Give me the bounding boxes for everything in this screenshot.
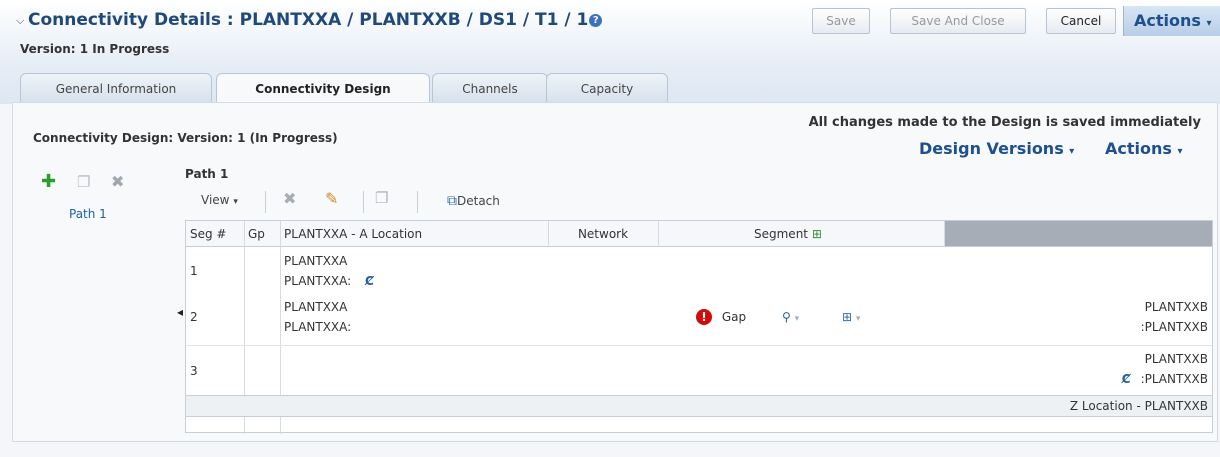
toolbar-separator (265, 191, 266, 213)
toolbar-separator (417, 191, 418, 213)
header: ⌵ Connectivity Details : PLANTXXA / PLAN… (0, 0, 1220, 104)
dropdown-caret-icon: ▾ (1206, 18, 1212, 29)
tab-connectivity-design[interactable]: Connectivity Design (216, 73, 430, 104)
design-title: Connectivity Design: Version: 1 (In Prog… (33, 131, 338, 145)
a-location-name: PLANTXXA (284, 254, 348, 268)
z-location-port: Ȼ:PLANTXXB (1121, 372, 1208, 386)
segments-table: Seg # Gp PLANTXXA - A Location Network S… (185, 220, 1213, 434)
segment-edit-icon[interactable]: ⊞ ▾ (842, 307, 860, 329)
route-icon[interactable]: ⚲ ▾ (782, 307, 799, 329)
column-header-z-location (944, 221, 1212, 247)
column-header-a-location[interactable]: PLANTXXA - A Location (280, 221, 548, 247)
design-versions-menu[interactable]: Design Versions ▾ (919, 139, 1074, 158)
seg-number: 2 (190, 310, 198, 324)
path-toolbar: View ▾ ✖ ✎ ❐ ⧉Detach (185, 185, 565, 215)
export-icon[interactable]: ❐ (375, 189, 388, 207)
tab-capacity[interactable]: Capacity (546, 73, 668, 103)
gap-indicator[interactable]: ! Gap (696, 307, 746, 327)
page-title: Connectivity Details : PLANTXXA / PLANTX… (28, 10, 603, 30)
save-button[interactable]: Save (812, 8, 870, 34)
dropdown-caret-icon: ▾ (855, 314, 861, 324)
connectivity-design-panel: Connectivity Design: Version: 1 (In Prog… (12, 102, 1218, 442)
tab-general-information[interactable]: General Information (20, 73, 212, 103)
dropdown-caret-icon: ▾ (233, 197, 238, 207)
toolbar-separator (363, 191, 364, 213)
dropdown-caret-icon: ▾ (1069, 146, 1075, 157)
column-header-gp[interactable]: Gp (244, 221, 280, 247)
seg-number: 3 (190, 364, 198, 378)
column-divider (548, 221, 549, 247)
column-divider (944, 221, 945, 247)
version-status: Version: 1 In Progress (20, 42, 170, 56)
table-footer-row: Z Location - PLANTXXB (186, 395, 1212, 417)
column-divider (658, 221, 659, 247)
delete-icon[interactable]: ✖ (283, 189, 296, 208)
a-location-name: PLANTXXA (284, 300, 348, 314)
design-actions-menu[interactable]: Actions ▾ (1105, 139, 1183, 158)
help-icon[interactable]: ? (589, 14, 603, 27)
detach-icon: ⧉ (447, 193, 457, 209)
link-icon[interactable]: Ȼ (365, 274, 374, 288)
error-icon: ! (696, 309, 712, 325)
link-icon[interactable]: Ȼ (1122, 372, 1131, 386)
autosave-note: All changes made to the Design is saved … (808, 115, 1201, 130)
column-header-network[interactable]: Network (548, 221, 658, 247)
view-menu[interactable]: View ▾ (201, 193, 238, 207)
segment-edit-icon[interactable]: ⊞ (812, 227, 822, 241)
connectivity-details-page: ⌵ Connectivity Details : PLANTXXA / PLAN… (0, 0, 1220, 457)
column-header-segment[interactable]: Segment ⊞ (658, 221, 944, 247)
delete-icon[interactable]: ✖ (111, 172, 124, 191)
row-divider (186, 345, 1212, 346)
cancel-button[interactable]: Cancel (1046, 8, 1116, 34)
collapse-chevron-icon[interactable]: ⌵ (16, 14, 24, 28)
eraser-icon[interactable]: ✎ (325, 189, 338, 208)
z-location-name: PLANTXXB (1144, 300, 1208, 314)
a-location-port: PLANTXXA: Ȼ (284, 274, 374, 288)
z-location-name: PLANTXXB (1144, 352, 1208, 366)
collapse-splitter-icon[interactable]: ◂ (177, 305, 183, 319)
z-location-port: :PLANTXXB (1140, 320, 1208, 334)
column-header-seg[interactable]: Seg # (186, 221, 244, 247)
copy-icon[interactable]: ❐ (77, 173, 90, 191)
add-icon[interactable]: ✚ (41, 171, 56, 192)
seg-number: 1 (190, 264, 198, 278)
dropdown-caret-icon: ▾ (1177, 146, 1183, 157)
z-location-footer: Z Location - PLANTXXB (1069, 399, 1208, 413)
path-list-item[interactable]: Path 1 (69, 207, 107, 221)
actions-menu-button[interactable]: Actions ▾ (1123, 6, 1220, 36)
tab-channels[interactable]: Channels (432, 73, 548, 103)
detach-button[interactable]: ⧉Detach (447, 193, 500, 209)
dropdown-caret-icon: ▾ (794, 314, 800, 324)
save-and-close-button[interactable]: Save And Close (890, 8, 1026, 34)
a-location-port: PLANTXXA: (284, 320, 352, 334)
path-label: Path 1 (185, 167, 229, 181)
